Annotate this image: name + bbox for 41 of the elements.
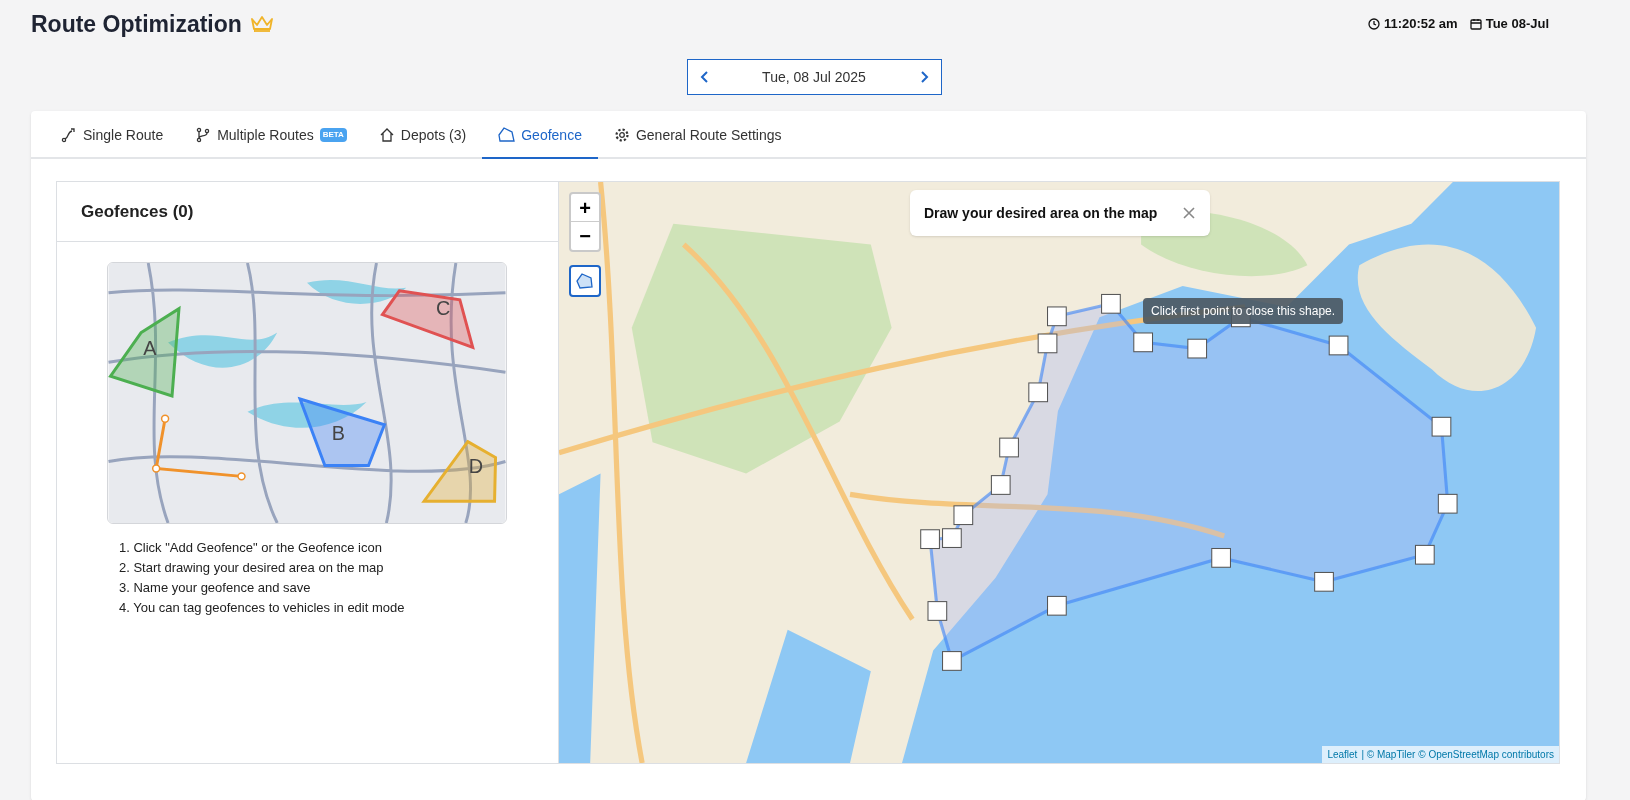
popup-text: Draw your desired area on the map	[924, 203, 1158, 223]
zoom-out-button[interactable]: −	[571, 222, 599, 250]
date-picker[interactable]: Tue, 08 Jul 2025	[686, 59, 942, 95]
beta-badge: BETA	[319, 128, 347, 142]
branch-icon	[195, 127, 212, 143]
polygon-icon	[575, 272, 595, 290]
polygon-icon	[498, 127, 516, 143]
current-time: 11:20:52 am	[1383, 15, 1458, 34]
shape-label: D	[468, 455, 484, 478]
page-title: Route Optimization	[31, 9, 242, 39]
shape-label: C	[436, 296, 451, 319]
chevron-right-icon[interactable]	[918, 71, 929, 83]
instruction-step: 1. Click "Add Geofence" or the Geofence icon	[119, 538, 382, 558]
instruction-step: 3. Name your geofence and save	[119, 578, 311, 598]
crown-icon	[249, 15, 274, 33]
current-date: Tue 08-Jul	[1485, 15, 1549, 34]
tab[interactable]: Single Route	[45, 113, 180, 159]
settings-icon	[613, 127, 630, 143]
tab[interactable]: General Route Settings	[597, 113, 798, 159]
selected-date: Tue, 08 Jul 2025	[762, 67, 866, 87]
map-placeholder[interactable]: + − Draw your desired area on the map Click first point to close this shape. Leaflet | © MapTiler © OpenStreetMap contributors	[559, 182, 1559, 763]
panel-title: Geofences (0)	[81, 200, 194, 223]
calendar-icon	[1469, 18, 1482, 30]
draw-polygon-button[interactable]	[569, 265, 601, 297]
close-icon[interactable]	[1182, 206, 1196, 220]
chevron-left-icon[interactable]	[699, 71, 710, 83]
tab[interactable]: Depots (3)	[362, 113, 483, 159]
home-icon	[378, 127, 395, 143]
clock-icon	[1367, 18, 1380, 30]
draw-tooltip: Click first point to close this shape.	[1143, 298, 1344, 324]
attribution-text: | © MapTiler © OpenStreetMap contributors	[1361, 748, 1554, 762]
route-icon	[61, 127, 77, 143]
shape-label: B	[331, 421, 346, 444]
geofence-polygon-drawing[interactable]	[920, 293, 1458, 671]
tab[interactable]: Multiple Routes BETA	[179, 113, 363, 159]
zoom-in-button[interactable]: +	[571, 194, 599, 222]
tab[interactable]: Geofence	[482, 113, 598, 159]
instruction-step: 2. Start drawing your desired area on the map	[119, 558, 384, 578]
instruction-step: 4. You can tag geofences to vehicles in edit mode	[119, 598, 405, 618]
shape-label: A	[143, 337, 157, 360]
leaflet-link[interactable]: Leaflet	[1327, 747, 1358, 762]
